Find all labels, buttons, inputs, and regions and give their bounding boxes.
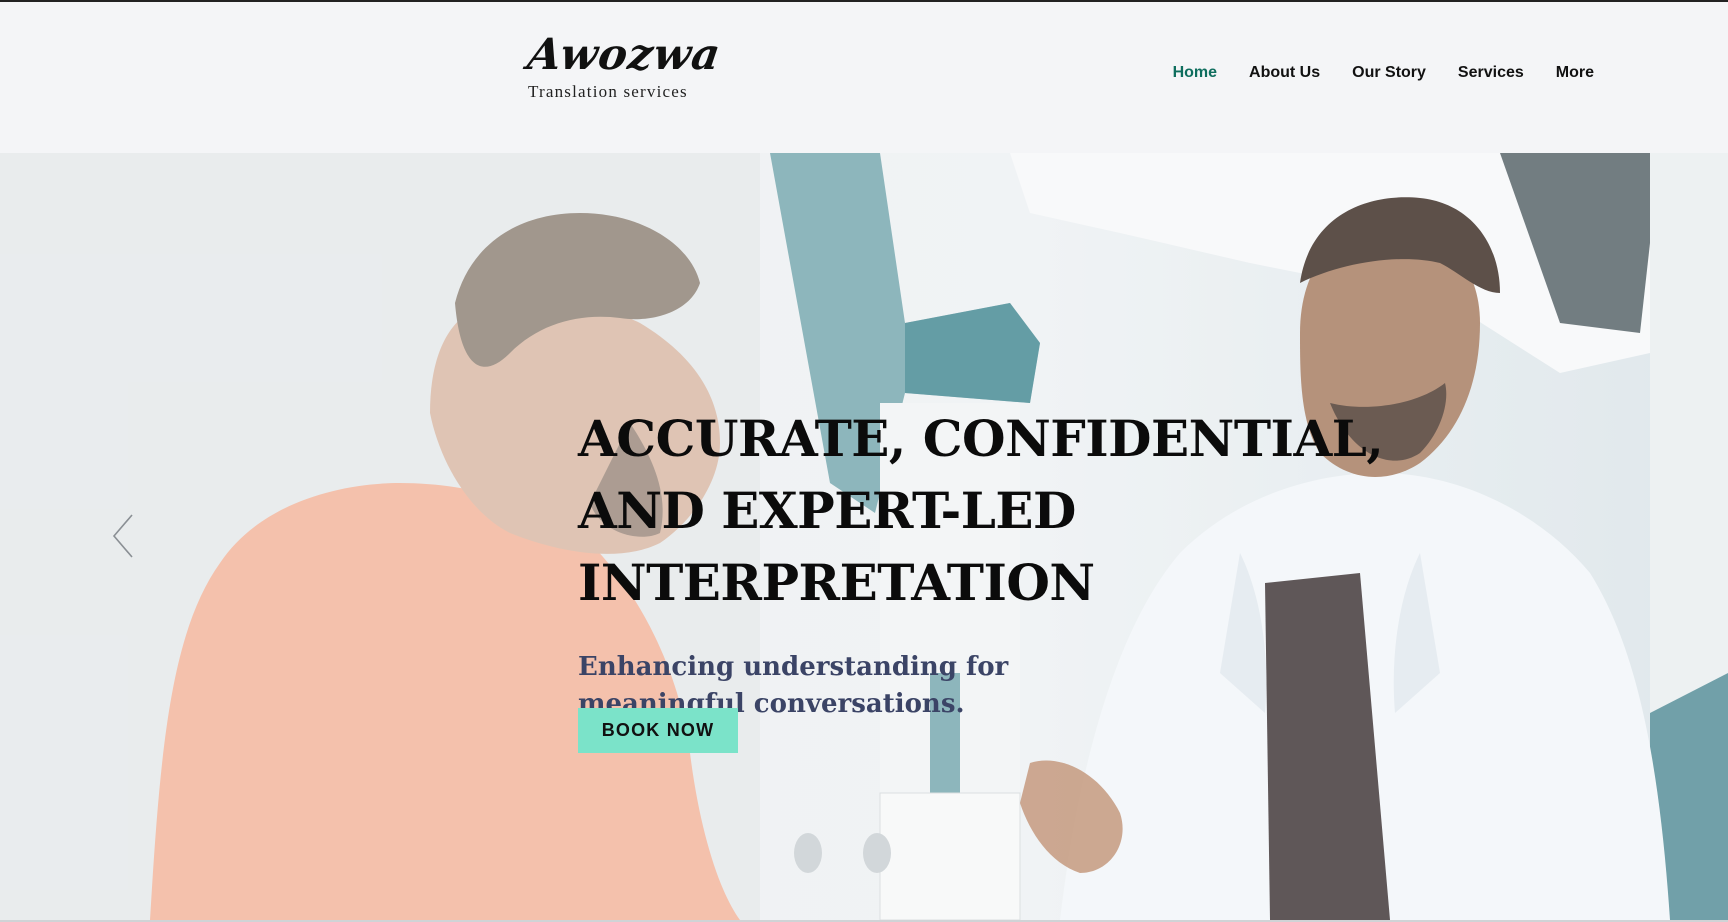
- hero-headline-line: AND EXPERT-LED: [578, 481, 1076, 540]
- main-nav: Home About Us Our Story Services More: [1157, 62, 1610, 84]
- nav-item-services[interactable]: Services: [1442, 62, 1540, 84]
- site-header: Awozwa Translation services Home About U…: [0, 2, 1728, 153]
- hero-slideshow: ACCURATE, CONFIDENTIAL, AND EXPERT-LED I…: [0, 153, 1728, 920]
- hero-headline-line: ACCURATE, CONFIDENTIAL,: [578, 409, 1384, 468]
- logo[interactable]: Awozwa Translation services: [524, 30, 724, 102]
- logo-tagline: Translation services: [528, 82, 688, 101]
- hero-headline-line: INTERPRETATION: [578, 553, 1095, 612]
- logo-name: Awozwa: [524, 30, 725, 80]
- nav-item-about-us[interactable]: About Us: [1233, 62, 1336, 84]
- hero-content: ACCURATE, CONFIDENTIAL, AND EXPERT-LED I…: [578, 403, 1384, 723]
- nav-item-more[interactable]: More: [1540, 62, 1610, 84]
- nav-item-home[interactable]: Home: [1157, 62, 1233, 84]
- hero-headline: ACCURATE, CONFIDENTIAL, AND EXPERT-LED I…: [578, 403, 1384, 619]
- book-now-button[interactable]: BOOK NOW: [578, 708, 738, 753]
- nav-item-our-story[interactable]: Our Story: [1336, 62, 1442, 84]
- chevron-left-icon[interactable]: [106, 511, 142, 561]
